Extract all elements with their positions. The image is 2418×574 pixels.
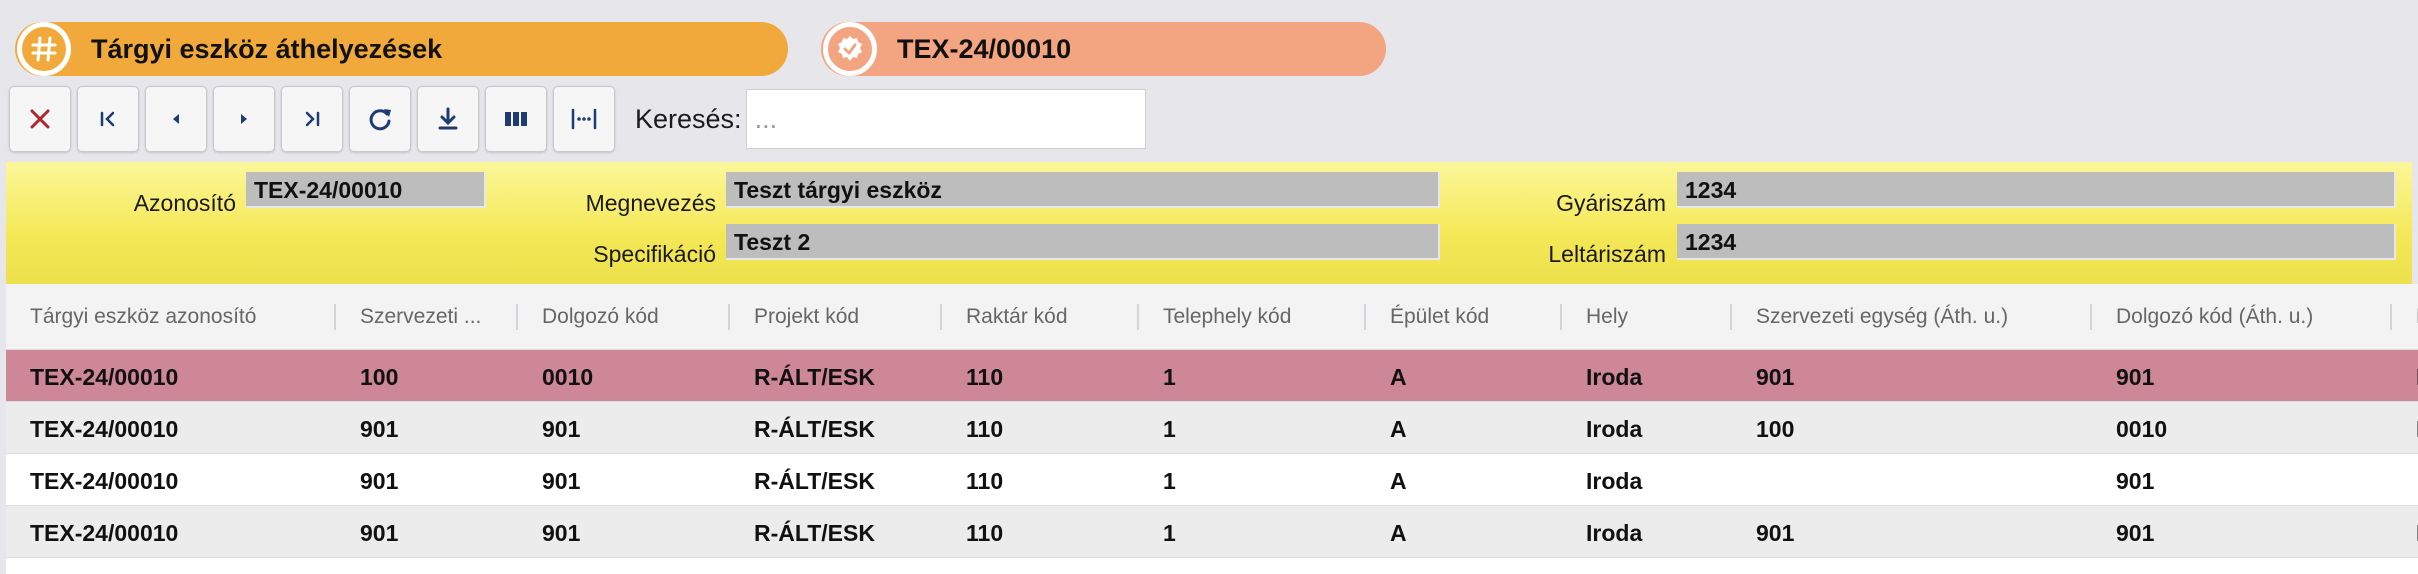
column-header[interactable]: Szervezeti egység (Áth. u.) bbox=[1732, 284, 2092, 350]
gyariszam-label: Gyáriszám bbox=[1556, 190, 1666, 216]
table-cell: 901 bbox=[360, 520, 399, 546]
search-label: Keresés: bbox=[635, 103, 742, 134]
hash-icon bbox=[17, 22, 71, 76]
next-record-button[interactable] bbox=[213, 86, 275, 152]
table-cell bbox=[1732, 454, 2092, 506]
table-row[interactable]: TEX-24/00010 901 901 R-ÁLT/ESK 110 1 A I… bbox=[6, 402, 2418, 454]
megnevezes-field[interactable]: Teszt tárgyi eszköz bbox=[726, 172, 1440, 208]
table-cell: 1 bbox=[1163, 416, 1176, 442]
table-row[interactable]: TEX-24/00010 901 901 R-ÁLT/ESK 110 1 A I… bbox=[6, 506, 2418, 558]
toolbar: Keresés: bbox=[9, 86, 1146, 152]
table-cell: 901 bbox=[2116, 520, 2155, 546]
record-pill: TEX-24/00010 bbox=[821, 22, 1386, 76]
table-cell: R-ÁLT/ESK bbox=[754, 416, 875, 442]
table-cell: Iroda bbox=[1586, 468, 1643, 494]
table-cell: A bbox=[1390, 520, 1407, 546]
gyariszam-field[interactable]: 1234 bbox=[1677, 172, 2396, 208]
fit-width-button[interactable] bbox=[553, 86, 615, 152]
table-cell: 110 bbox=[966, 468, 1004, 494]
record-form: Azonosító TEX-24/00010 Megnevezés Teszt … bbox=[6, 162, 2412, 284]
next-icon bbox=[241, 114, 247, 124]
table-cell: 901 bbox=[542, 520, 581, 546]
check-badge-icon bbox=[823, 22, 877, 76]
table-cell: R-ÁLT/ESK bbox=[754, 364, 875, 390]
fit-width-icon bbox=[571, 108, 597, 130]
previous-icon bbox=[173, 114, 179, 124]
column-header[interactable]: Dolgozó kód bbox=[518, 284, 730, 350]
column-header[interactable]: Szervezeti ... bbox=[336, 284, 518, 350]
table-header: Tárgyi eszköz azonosító Szervezeti ... D… bbox=[6, 284, 2418, 350]
column-header[interactable]: Raktár kód bbox=[942, 284, 1139, 350]
table-cell: TEX-24/00010 bbox=[30, 364, 179, 390]
module-title: Tárgyi eszköz áthelyezések bbox=[91, 33, 443, 64]
table-cell: 901 bbox=[360, 416, 399, 442]
download-icon bbox=[438, 107, 458, 130]
close-button[interactable] bbox=[9, 86, 71, 152]
first-icon bbox=[100, 111, 115, 127]
table-cell: TEX-24/00010 bbox=[30, 468, 179, 494]
first-record-button[interactable] bbox=[77, 86, 139, 152]
table-cell: 100 bbox=[1756, 416, 1795, 442]
table-cell: A bbox=[1390, 364, 1407, 390]
table-cell: 1 bbox=[1163, 364, 1176, 390]
leltariszam-label: Leltáriszám bbox=[1548, 241, 1666, 267]
table-cell: 1 bbox=[1163, 520, 1176, 546]
table-cell: A bbox=[1390, 416, 1407, 442]
table-cell: 901 bbox=[2116, 468, 2155, 494]
megnevezes-label: Megnevezés bbox=[585, 190, 716, 216]
table-cell: 901 bbox=[542, 468, 581, 494]
columns-button[interactable] bbox=[485, 86, 547, 152]
table-cell bbox=[2392, 454, 2418, 506]
azonosito-field[interactable]: TEX-24/00010 bbox=[246, 172, 486, 208]
last-icon bbox=[305, 111, 320, 127]
specifikacio-label: Specifikáció bbox=[593, 241, 716, 267]
table-cell: R bbox=[2392, 402, 2418, 454]
azonosito-label: Azonosító bbox=[133, 190, 236, 216]
column-header[interactable]: Dolgozó kód (Áth. u.) bbox=[2092, 284, 2392, 350]
table-cell: 110 bbox=[966, 416, 1004, 442]
table-cell: R-ÁLT/ESK bbox=[754, 468, 875, 494]
table-row[interactable]: TEX-24/00010 100 0010 R-ÁLT/ESK 110 1 A … bbox=[6, 350, 2418, 402]
record-id: TEX-24/00010 bbox=[897, 33, 1072, 64]
table-cell: TEX-24/00010 bbox=[30, 520, 179, 546]
table-cell: R bbox=[2392, 350, 2418, 402]
column-header[interactable]: Tárgyi eszköz azonosító bbox=[6, 284, 336, 350]
table-cell: R-ÁLT/ESK bbox=[754, 520, 875, 546]
table-cell: Iroda bbox=[1586, 520, 1643, 546]
search-input[interactable] bbox=[745, 89, 1146, 149]
columns-icon bbox=[505, 112, 527, 126]
refresh-icon bbox=[369, 109, 391, 131]
table-cell: Iroda bbox=[1586, 416, 1643, 442]
previous-record-button[interactable] bbox=[145, 86, 207, 152]
column-header[interactable]: Épület kód bbox=[1366, 284, 1562, 350]
table-cell: 110 bbox=[966, 364, 1004, 390]
column-header[interactable]: Telephely kód bbox=[1139, 284, 1366, 350]
table-cell: 1 bbox=[1163, 468, 1176, 494]
table-cell: 0010 bbox=[2116, 416, 2168, 442]
specifikacio-field[interactable]: Teszt 2 bbox=[726, 224, 1440, 260]
close-icon bbox=[30, 109, 50, 129]
table-cell: Iroda bbox=[1586, 364, 1643, 390]
column-header[interactable]: Projekt kód bbox=[730, 284, 942, 350]
table-cell: R bbox=[2392, 506, 2418, 558]
table-cell: 901 bbox=[360, 468, 399, 494]
last-record-button[interactable] bbox=[281, 86, 343, 152]
leltariszam-field[interactable]: 1234 bbox=[1677, 224, 2396, 260]
table-row[interactable]: TEX-24/00010 901 901 R-ÁLT/ESK 110 1 A I… bbox=[6, 454, 2418, 506]
table-cell: 901 bbox=[1756, 364, 1795, 390]
refresh-button[interactable] bbox=[349, 86, 411, 152]
download-button[interactable] bbox=[417, 86, 479, 152]
data-table: Tárgyi eszköz azonosító Szervezeti ... D… bbox=[6, 284, 2418, 574]
column-header[interactable]: P bbox=[2392, 284, 2418, 350]
column-header[interactable]: Hely bbox=[1562, 284, 1732, 350]
table-cell: A bbox=[1390, 468, 1407, 494]
table-cell: 901 bbox=[542, 416, 581, 442]
table-cell: 901 bbox=[1756, 520, 1795, 546]
table-cell: 0010 bbox=[542, 364, 594, 390]
table-cell: 100 bbox=[360, 364, 399, 390]
table-cell: 901 bbox=[2116, 364, 2155, 390]
table-cell: 110 bbox=[966, 520, 1004, 546]
table-cell: TEX-24/00010 bbox=[30, 416, 179, 442]
module-title-pill: Tárgyi eszköz áthelyezések bbox=[15, 22, 788, 76]
